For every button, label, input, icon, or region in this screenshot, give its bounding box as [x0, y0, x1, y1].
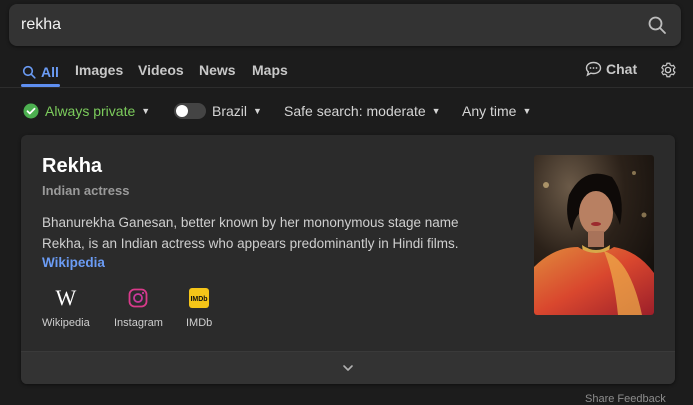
safe-search-filter[interactable]: Safe search: moderate ▼	[284, 103, 441, 119]
search-icon[interactable]	[647, 15, 667, 35]
tab-all[interactable]: All	[22, 62, 59, 82]
region-filter[interactable]: Brazil ▼	[174, 103, 262, 119]
expand-panel-button[interactable]	[21, 351, 675, 384]
privacy-filter[interactable]: Always private ▼	[23, 103, 150, 119]
check-circle-icon	[23, 103, 39, 119]
panel-description: Bhanurekha Ganesan, better known by her …	[42, 215, 459, 251]
chat-label: Chat	[606, 61, 638, 77]
imdb-icon: IMDb	[188, 287, 210, 309]
panel-subtitle: Indian actress	[42, 183, 130, 198]
chat-button[interactable]: Chat	[585, 61, 637, 77]
profile-label: Wikipedia	[42, 317, 90, 329]
profile-label: Instagram	[114, 317, 163, 329]
chevron-down-icon	[343, 365, 353, 371]
panel-title: Rekha	[42, 155, 103, 177]
privacy-filter-label: Always private	[45, 103, 136, 119]
profile-link-instagram[interactable]: Instagram	[114, 287, 163, 329]
tab-news[interactable]: News	[199, 62, 236, 82]
time-filter[interactable]: Any time ▼	[462, 103, 531, 119]
filters-bar: Always private ▼ Brazil ▼ Safe search: m…	[0, 99, 693, 123]
search-icon	[22, 65, 36, 79]
chevron-down-icon: ▼	[253, 106, 262, 116]
chevron-down-icon: ▼	[431, 106, 441, 116]
chat-bubble-icon	[585, 61, 602, 77]
wikipedia-icon: W	[55, 285, 77, 310]
chevron-down-icon: ▼	[141, 106, 151, 116]
svg-text:IMDb: IMDb	[191, 296, 208, 303]
wikipedia-link[interactable]: Wikipedia	[42, 255, 105, 270]
tab-images[interactable]: Images	[75, 62, 123, 82]
tabs-divider	[0, 87, 693, 88]
share-feedback-link[interactable]: Share Feedback	[585, 393, 666, 405]
time-filter-label: Any time	[462, 103, 517, 119]
portrait-image[interactable]	[534, 155, 654, 315]
profile-link-imdb[interactable]: IMDb IMDb	[186, 287, 212, 329]
profile-label: IMDb	[186, 317, 213, 329]
region-filter-label: Brazil	[212, 103, 248, 119]
profile-link-wikipedia[interactable]: W Wikipedia	[42, 285, 90, 330]
knowledge-panel: Rekha Indian actress Bhanurekha Ganesan,…	[21, 135, 675, 384]
region-toggle[interactable]	[174, 103, 206, 119]
toggle-knob	[176, 105, 188, 117]
search-bar[interactable]	[9, 4, 681, 46]
gear-icon[interactable]	[659, 61, 677, 79]
instagram-icon	[127, 287, 149, 309]
search-input[interactable]	[21, 4, 621, 46]
tab-maps[interactable]: Maps	[252, 62, 288, 82]
chevron-down-icon: ▼	[522, 106, 532, 116]
tab-videos[interactable]: Videos	[138, 62, 184, 82]
tab-all-label: All	[41, 64, 59, 80]
safe-search-label: Safe search: moderate	[284, 103, 426, 119]
